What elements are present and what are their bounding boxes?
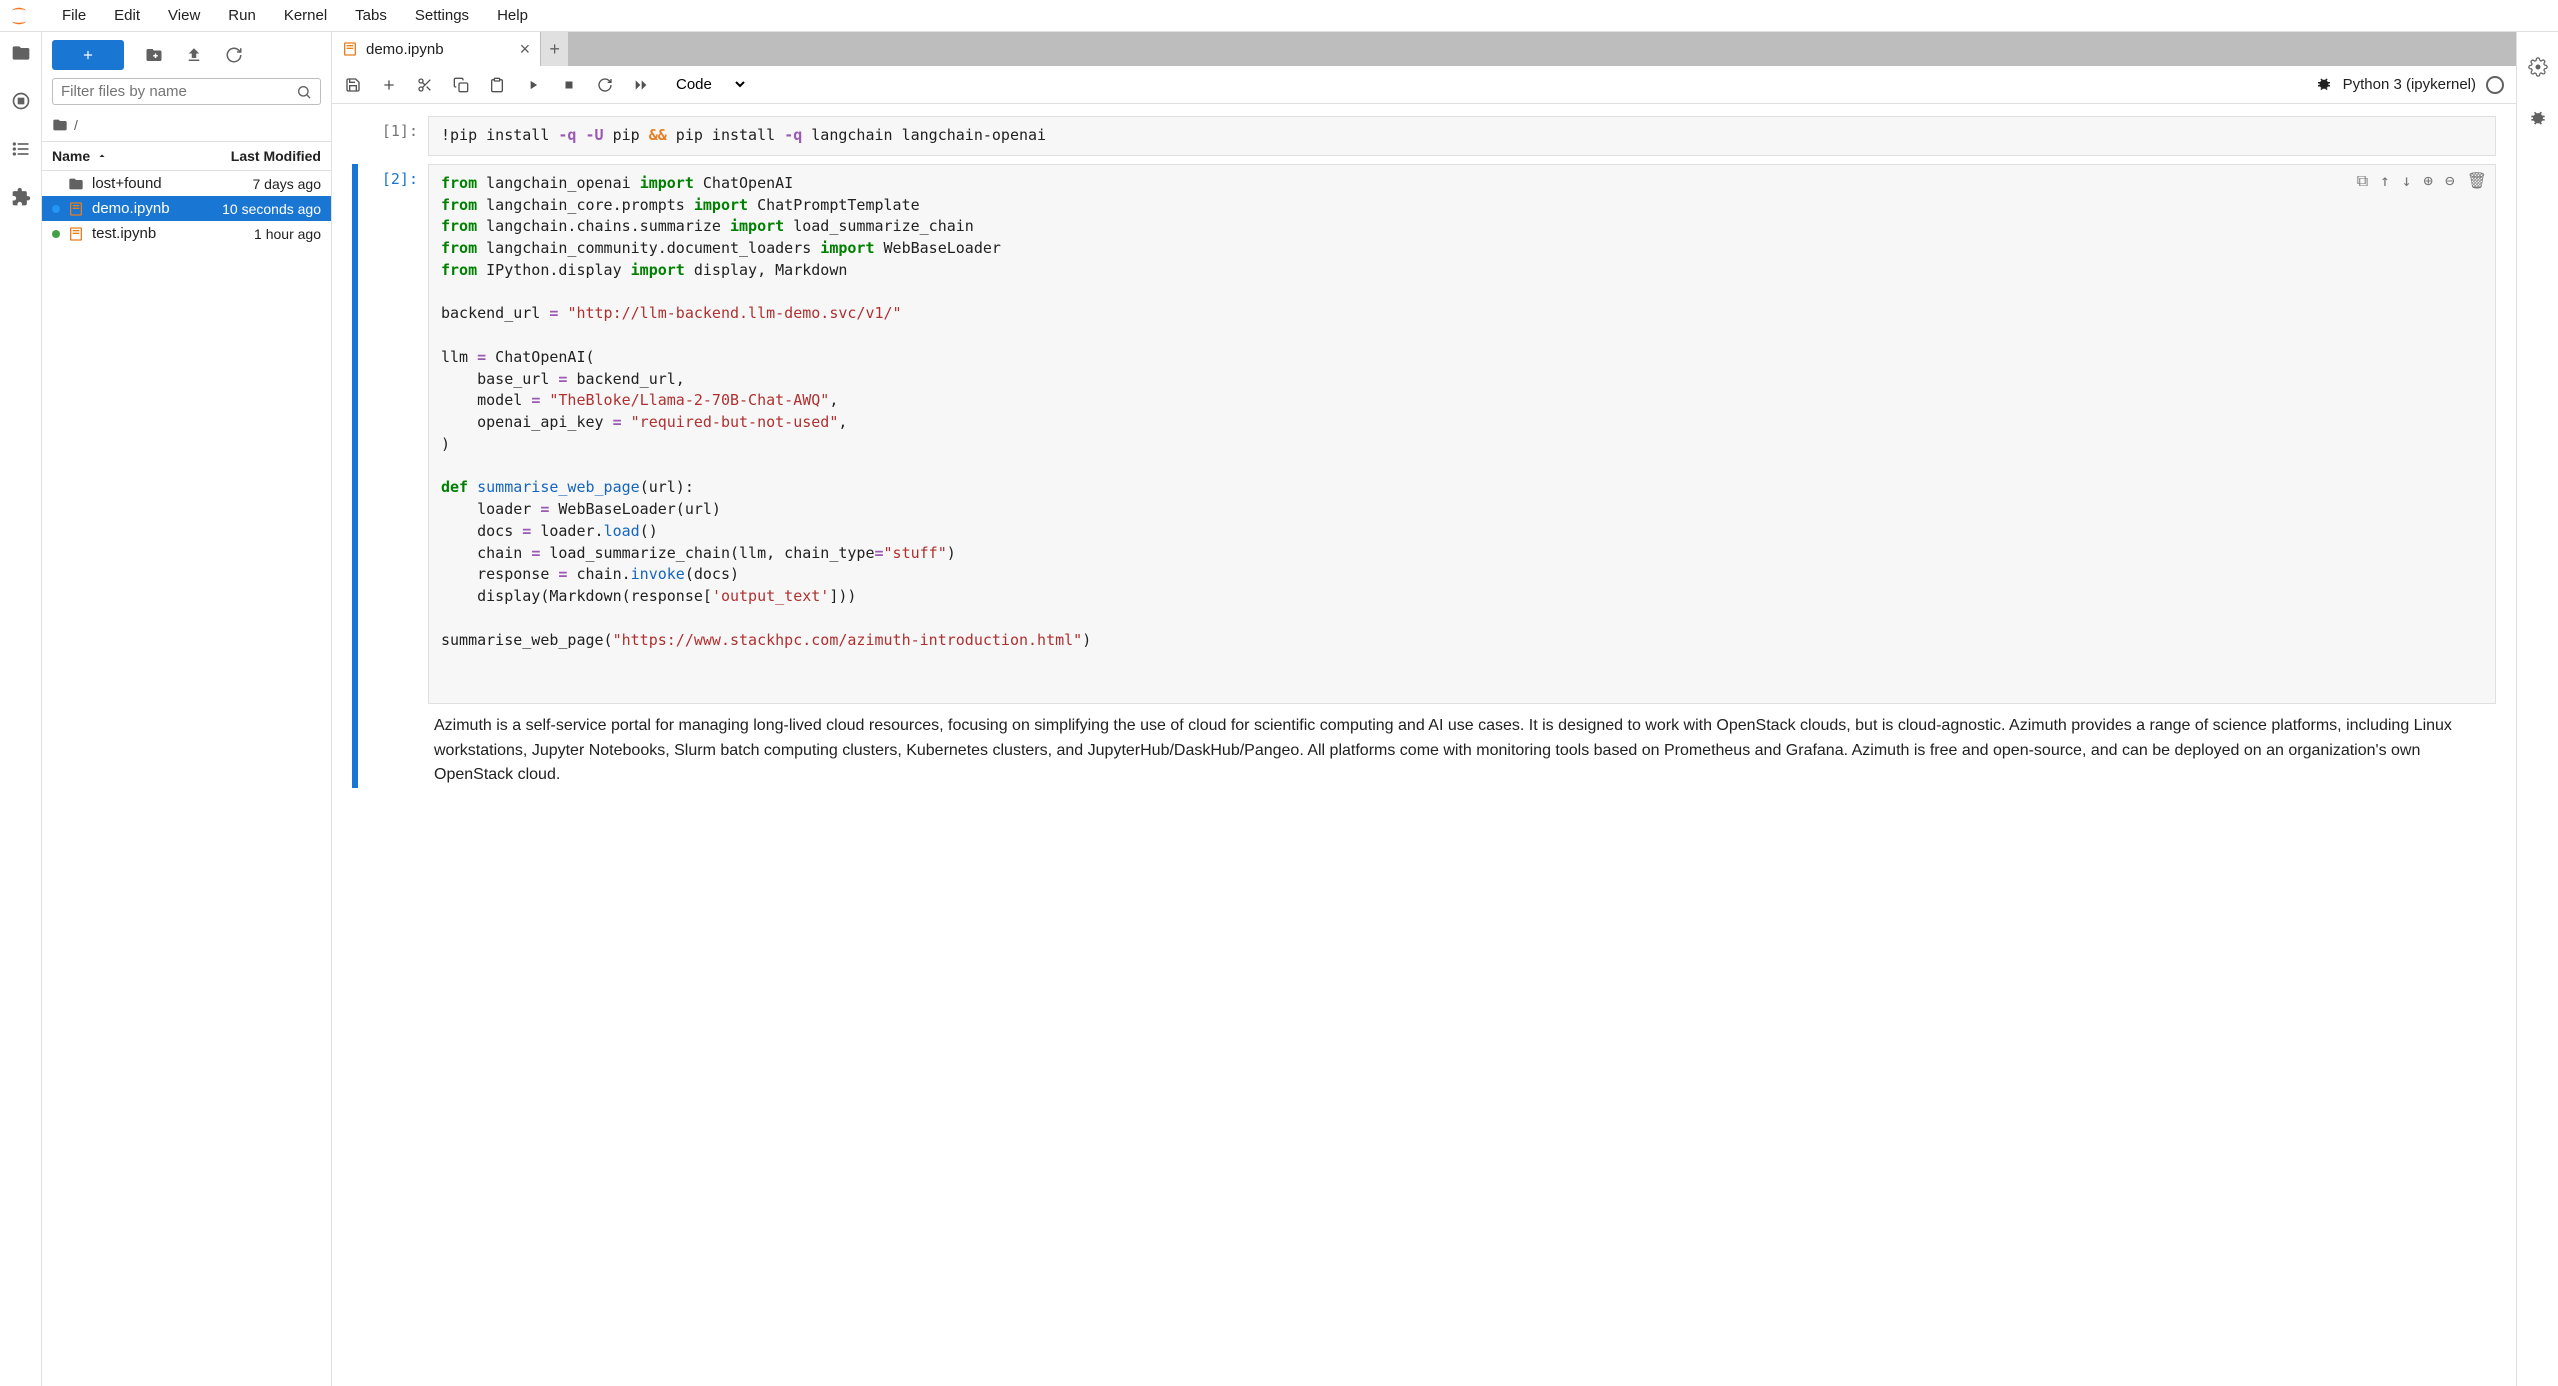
status-dot	[52, 205, 60, 213]
add-cell-icon[interactable]	[380, 76, 398, 94]
new-folder-icon[interactable]	[144, 45, 164, 65]
cell-1-code[interactable]: !pip install -q -U pip && pip install -q…	[428, 116, 2496, 156]
right-rail	[2516, 32, 2558, 1386]
file-row-0[interactable]: lost+found 7 days ago	[42, 171, 331, 196]
save-icon[interactable]	[344, 76, 362, 94]
file-modified: 7 days ago	[253, 176, 322, 192]
file-browser: / Name Last Modified lost+found 7 days ag…	[42, 32, 332, 1386]
work-area: demo.ipynb × + Code	[332, 32, 2516, 1386]
restart-icon[interactable]	[596, 76, 614, 94]
file-row-1[interactable]: demo.ipynb 10 seconds ago	[42, 196, 331, 221]
folder-icon[interactable]	[10, 42, 32, 64]
menu-help[interactable]: Help	[483, 3, 542, 28]
move-up-icon[interactable]: ↑	[2380, 169, 2390, 192]
sort-up-icon	[96, 150, 108, 162]
tab-label: demo.ipynb	[366, 41, 444, 58]
upload-icon[interactable]	[184, 45, 204, 65]
file-name: lost+found	[92, 175, 245, 192]
close-icon[interactable]: ×	[520, 39, 531, 60]
property-inspector-icon[interactable]	[2527, 56, 2549, 78]
file-name: test.ipynb	[92, 225, 246, 242]
menu-settings[interactable]: Settings	[401, 3, 483, 28]
new-launcher-button[interactable]	[52, 40, 124, 70]
run-all-icon[interactable]	[632, 76, 650, 94]
debugger-icon[interactable]	[2315, 76, 2333, 94]
stop-icon[interactable]	[560, 76, 578, 94]
cell-1[interactable]: [1]: !pip install -q -U pip && pip insta…	[352, 114, 2496, 158]
menu-file[interactable]: File	[48, 3, 100, 28]
debugger-panel-icon[interactable]	[2527, 108, 2549, 130]
refresh-icon[interactable]	[224, 45, 244, 65]
tab-bar: demo.ipynb × +	[332, 32, 2516, 66]
menu-edit[interactable]: Edit	[100, 3, 154, 28]
move-down-icon[interactable]: ↓	[2402, 169, 2412, 192]
kernel-info: Python 3 (ipykernel)	[2315, 76, 2504, 94]
copy-icon[interactable]	[452, 76, 470, 94]
tab-demo[interactable]: demo.ipynb ×	[332, 32, 541, 66]
notebook-toolbar: Code Python 3 (ipykernel)	[332, 66, 2516, 104]
file-name: demo.ipynb	[92, 200, 214, 217]
file-filter[interactable]	[52, 78, 321, 105]
menu-view[interactable]: View	[154, 3, 214, 28]
breadcrumb-root[interactable]: /	[74, 117, 78, 133]
insert-above-icon[interactable]: ⊕	[2423, 169, 2433, 192]
file-modified: 10 seconds ago	[222, 201, 321, 217]
file-modified: 1 hour ago	[254, 226, 321, 242]
menubar: FileEditViewRunKernelTabsSettingsHelp	[0, 0, 2558, 32]
file-list-header: Name Last Modified	[42, 141, 331, 171]
left-rail	[0, 32, 42, 1386]
file-browser-toolbar	[42, 32, 331, 78]
cut-icon[interactable]	[416, 76, 434, 94]
cell-mini-toolbar: ⧉ ↑ ↓ ⊕ ⊖ 🗑	[2357, 169, 2487, 192]
duplicate-icon[interactable]: ⧉	[2357, 169, 2368, 192]
add-tab-button[interactable]: +	[541, 32, 569, 66]
cell-1-prompt: [1]:	[358, 116, 428, 140]
breadcrumb[interactable]: /	[42, 113, 331, 141]
menu-run[interactable]: Run	[214, 3, 270, 28]
menu-kernel[interactable]: Kernel	[270, 3, 341, 28]
kernel-status-icon	[2486, 76, 2504, 94]
cell-type-select[interactable]: Code	[668, 73, 748, 96]
cell-2[interactable]: [2]: from langchain_openai import ChatOp…	[352, 162, 2496, 790]
notebook-body: [1]: !pip install -q -U pip && pip insta…	[332, 104, 2516, 1386]
insert-below-icon[interactable]: ⊖	[2445, 169, 2455, 192]
kernel-name[interactable]: Python 3 (ipykernel)	[2343, 76, 2476, 93]
running-icon[interactable]	[10, 90, 32, 112]
jupyter-logo	[8, 5, 30, 27]
file-row-2[interactable]: test.ipynb 1 hour ago	[42, 221, 331, 246]
search-icon	[296, 84, 312, 100]
cell-2-prompt: [2]:	[358, 164, 428, 188]
delete-cell-icon[interactable]: 🗑	[2467, 169, 2487, 192]
toc-icon[interactable]	[10, 138, 32, 160]
run-icon[interactable]	[524, 76, 542, 94]
status-dot	[52, 230, 60, 238]
cell-2-code[interactable]: from langchain_openai import ChatOpenAI …	[428, 164, 2496, 704]
header-modified[interactable]: Last Modified	[231, 148, 321, 164]
menu-tabs[interactable]: Tabs	[341, 3, 401, 28]
cell-2-output: Azimuth is a self-service portal for man…	[434, 704, 2496, 788]
file-list: lost+found 7 days ago demo.ipynb 10 seconds…	[42, 171, 331, 1386]
paste-icon[interactable]	[488, 76, 506, 94]
file-filter-input[interactable]	[61, 83, 296, 100]
header-name[interactable]: Name	[52, 148, 231, 164]
extensions-icon[interactable]	[10, 186, 32, 208]
